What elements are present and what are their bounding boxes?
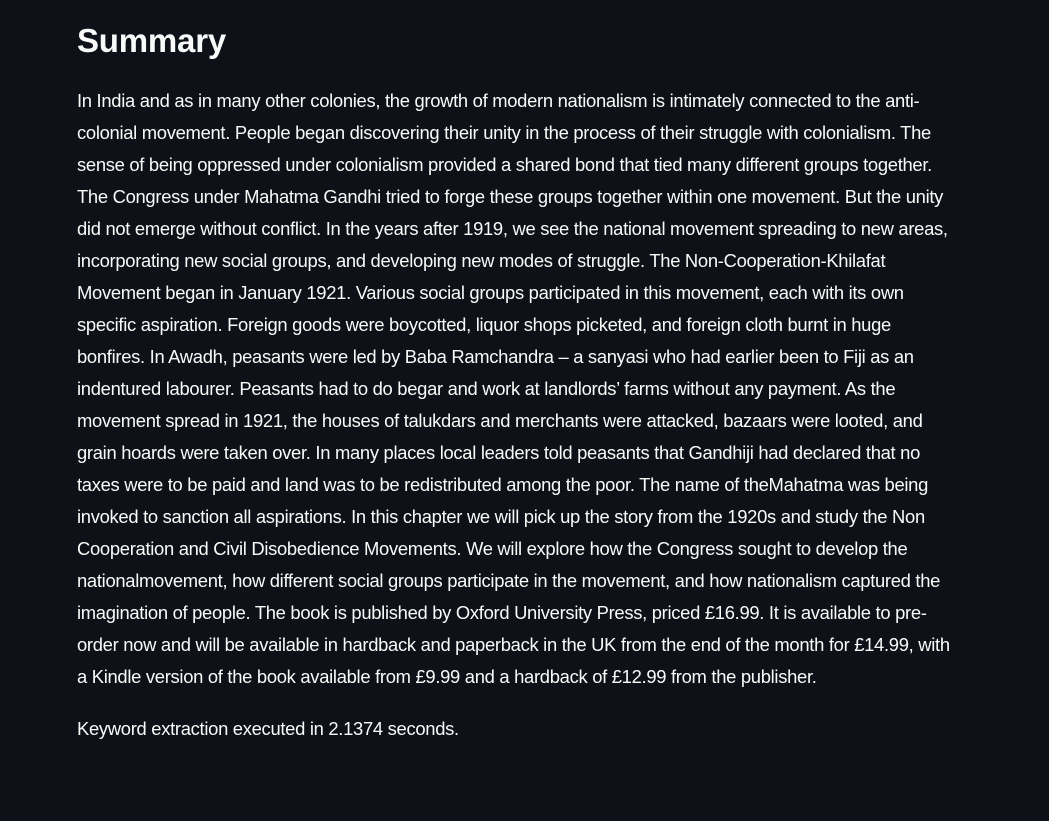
execution-time-text: Keyword extraction executed in 2.1374 se… [77,718,459,739]
summary-text: In India and as in many other colonies, … [77,90,950,687]
summary-heading: Summary [77,22,227,59]
summary-section: Summary In India and as in many other co… [77,20,962,745]
